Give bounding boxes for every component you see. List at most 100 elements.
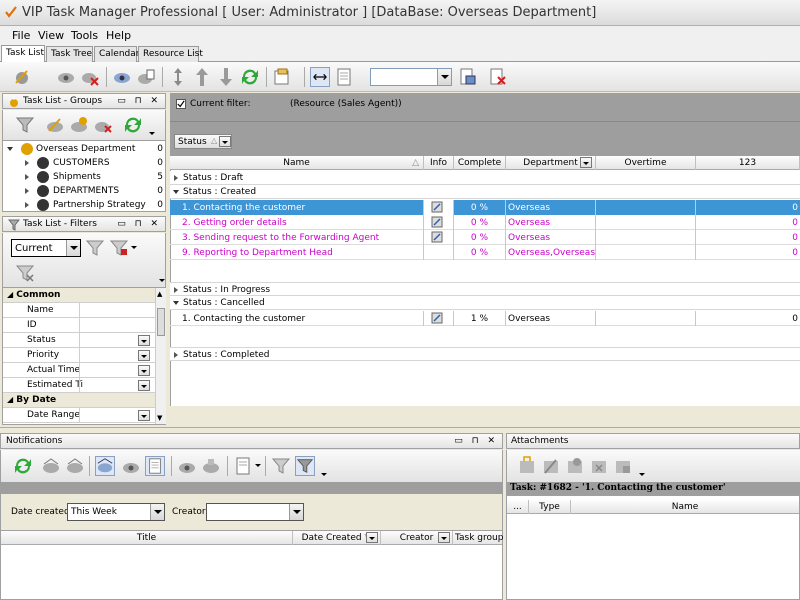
estimated-time-dropdown[interactable]	[138, 380, 150, 391]
date-range-dropdown[interactable]	[138, 410, 150, 421]
group-status-completed[interactable]: Status : Completed	[170, 347, 800, 361]
task-row[interactable]: 1. Contacting the customer 1 % Overseas …	[170, 311, 800, 326]
edit-attachment-icon[interactable]	[541, 456, 561, 476]
clear-filter-icon[interactable]	[15, 263, 35, 283]
filter-prop-estimated-time[interactable]: Estimated Ti	[3, 378, 155, 393]
filters-panel-title: Task List - Filters	[23, 219, 97, 229]
move-up-icon[interactable]	[192, 67, 212, 87]
col-123[interactable]: 123	[696, 156, 800, 170]
group-by-status-chip[interactable]: Status △	[174, 134, 232, 149]
current-filter-checkbox[interactable]	[176, 99, 186, 109]
tab-task-list[interactable]: Task List	[1, 45, 45, 62]
delete-attachment-icon[interactable]	[589, 456, 609, 476]
section-common[interactable]: ◢ Common	[3, 288, 155, 303]
col-attachment-name[interactable]: Name	[571, 500, 799, 514]
filter-select[interactable]: Current	[11, 239, 81, 257]
filters-panel-buttons[interactable]: ▭ ⊓ ✕	[117, 219, 161, 229]
task-row[interactable]: 1. Contacting the customer 0 % Overseas …	[170, 200, 800, 215]
col-date-created[interactable]: Date Created ▽	[293, 531, 381, 545]
add-attachment-icon[interactable]	[517, 456, 537, 476]
show-all-icon[interactable]	[145, 456, 165, 476]
notifications-panel-buttons[interactable]: ▭ ⊓ ✕	[454, 436, 498, 446]
filter-active-icon[interactable]	[295, 456, 315, 476]
apply-filter-icon[interactable]	[85, 238, 105, 258]
show-read-icon[interactable]	[121, 456, 141, 476]
attachment-options-icon[interactable]	[613, 456, 633, 476]
export-delete-icon[interactable]	[488, 67, 508, 87]
move-down-icon[interactable]	[216, 67, 236, 87]
tree-item-root[interactable]: Overseas Department 0	[3, 142, 165, 156]
filter-options-icon[interactable]	[109, 238, 129, 258]
delete-group-icon[interactable]	[93, 115, 113, 135]
col-type[interactable]: Type	[529, 500, 571, 514]
groups-panel-buttons[interactable]: ▭ ⊓ ✕	[117, 96, 161, 106]
refresh-notifications-icon[interactable]	[13, 456, 33, 476]
new-task-icon[interactable]	[12, 67, 32, 87]
open-notification-icon[interactable]	[177, 456, 197, 476]
tree-item-departments[interactable]: DEPARTMENTS 0	[3, 184, 165, 198]
print-preview-icon[interactable]	[272, 67, 292, 87]
group-status-created[interactable]: Status : Created	[170, 185, 800, 199]
move-updown-icon[interactable]	[168, 67, 188, 87]
col-task-group[interactable]: Task group	[453, 531, 503, 545]
tree-item-shipments[interactable]: Shipments 5	[3, 170, 165, 184]
mark-unread-icon[interactable]	[65, 456, 85, 476]
priority-dropdown[interactable]	[138, 350, 150, 361]
menu-tools[interactable]: Tools	[71, 29, 98, 42]
delete-notification-icon[interactable]	[201, 456, 221, 476]
menu-view[interactable]: View	[38, 29, 64, 42]
tab-resource-list[interactable]: Resource List	[138, 46, 203, 62]
section-by-date[interactable]: ◢ By Date	[3, 393, 155, 408]
menu-help[interactable]: Help	[106, 29, 131, 42]
group-status-cancelled[interactable]: Status : Cancelled	[170, 296, 800, 310]
creator-select[interactable]	[206, 503, 304, 521]
horizontal-splitter[interactable]	[0, 427, 800, 432]
filter-prop-actual-time[interactable]: Actual Time	[3, 363, 155, 378]
delete-task-icon[interactable]	[80, 67, 100, 87]
menu-file[interactable]: File	[12, 29, 30, 42]
filter-prop-status[interactable]: Status	[3, 333, 155, 348]
tab-calendar[interactable]: Calendar	[94, 46, 139, 62]
col-info[interactable]: Info	[424, 156, 454, 170]
filter-prop-name[interactable]: Name	[3, 303, 155, 318]
fit-width-icon[interactable]	[310, 67, 330, 87]
refresh-groups-icon[interactable]	[123, 115, 143, 135]
refresh-icon[interactable]	[240, 67, 260, 87]
filters-scrollbar[interactable]: ▲ ▼	[155, 288, 166, 424]
tree-item-partnership[interactable]: Partnership Strategy 0	[3, 198, 165, 212]
toolbar-combo[interactable]	[370, 68, 452, 86]
page-setup-icon[interactable]	[334, 67, 354, 87]
task-row[interactable]: 9. Reporting to Department Head 0 % Over…	[170, 245, 800, 260]
group-settings-icon[interactable]	[69, 115, 89, 135]
task-row[interactable]: 2. Getting order details 0 % Overseas 0	[170, 215, 800, 230]
col-department[interactable]: Department	[506, 156, 596, 170]
task-view-icon[interactable]	[112, 67, 132, 87]
status-dropdown[interactable]	[138, 335, 150, 346]
col-title[interactable]: Title	[1, 531, 293, 545]
col-more[interactable]: ...	[507, 500, 529, 514]
show-unread-icon[interactable]	[95, 456, 115, 476]
group-status-in-progress[interactable]: Status : In Progress	[170, 282, 800, 296]
tree-item-customers[interactable]: CUSTOMERS 0	[3, 156, 165, 170]
mark-read-icon[interactable]	[41, 456, 61, 476]
actual-time-dropdown[interactable]	[138, 365, 150, 376]
export-icon[interactable]	[458, 67, 478, 87]
filter-prop-priority[interactable]: Priority	[3, 348, 155, 363]
col-complete[interactable]: Complete	[454, 156, 506, 170]
tab-task-tree[interactable]: Task Tree	[46, 46, 93, 62]
filter-prop-date-range[interactable]: Date Range	[3, 408, 155, 423]
print-notifications-icon[interactable]	[233, 456, 253, 476]
col-overtime[interactable]: Overtime	[596, 156, 696, 170]
edit-group-icon[interactable]	[45, 115, 65, 135]
task-details-icon[interactable]	[136, 67, 156, 87]
date-created-select[interactable]: This Week	[67, 503, 165, 521]
group-status-draft[interactable]: Status : Draft	[170, 171, 800, 185]
filter-notifications-icon[interactable]	[271, 456, 291, 476]
filter-groups-icon[interactable]	[15, 115, 35, 135]
col-name[interactable]: Name △	[170, 156, 424, 170]
col-creator[interactable]: Creator	[381, 531, 453, 545]
open-task-icon[interactable]	[56, 67, 76, 87]
save-attachment-icon[interactable]	[565, 456, 585, 476]
task-row[interactable]: 3. Sending request to the Forwarding Age…	[170, 230, 800, 245]
filter-prop-id[interactable]: ID	[3, 318, 155, 333]
